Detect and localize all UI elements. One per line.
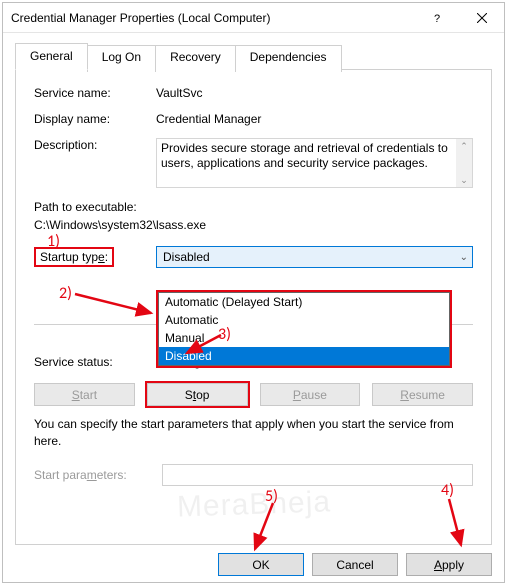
general-panel: Service name: VaultSvc Display name: Cre… xyxy=(15,69,492,545)
description-label: Description: xyxy=(34,138,156,188)
startup-type-selected: Disabled xyxy=(163,250,210,264)
cancel-button[interactable]: Cancel xyxy=(312,553,398,576)
startup-type-dropdown[interactable]: Automatic (Delayed Start) Automatic Manu… xyxy=(156,290,452,368)
startup-option-manual[interactable]: Manual xyxy=(159,329,449,347)
tab-recovery[interactable]: Recovery xyxy=(155,45,236,72)
tab-general[interactable]: General xyxy=(15,43,88,70)
start-button: Start xyxy=(34,383,135,406)
service-name-label: Service name: xyxy=(34,86,156,100)
service-status-label: Service status: xyxy=(34,355,156,369)
tab-dependencies[interactable]: Dependencies xyxy=(235,45,342,72)
startup-option-disabled[interactable]: Disabled xyxy=(159,347,449,365)
ok-button[interactable]: OK xyxy=(218,553,304,576)
pause-button: Pause xyxy=(260,383,361,406)
tab-strip: General Log On Recovery Dependencies xyxy=(3,33,504,70)
svg-text:?: ? xyxy=(434,13,440,23)
help-button[interactable]: ? xyxy=(414,3,459,33)
chevron-down-icon: ⌄ xyxy=(460,252,468,263)
window-title: Credential Manager Properties (Local Com… xyxy=(11,11,414,25)
path-label: Path to executable: xyxy=(34,200,473,214)
description-textarea[interactable]: Provides secure storage and retrieval of… xyxy=(156,138,473,188)
start-params-hint: You can specify the start parameters tha… xyxy=(34,416,473,450)
description-text: Provides secure storage and retrieval of… xyxy=(161,141,448,170)
start-params-input xyxy=(162,464,473,486)
startup-option-delayed[interactable]: Automatic (Delayed Start) xyxy=(159,293,449,311)
scroll-up-icon[interactable]: ⌃ xyxy=(456,139,472,153)
titlebar: Credential Manager Properties (Local Com… xyxy=(3,3,504,33)
start-params-label: Start parameters: xyxy=(34,468,162,482)
close-button[interactable] xyxy=(459,3,504,33)
resume-button: Resume xyxy=(372,383,473,406)
path-value: C:\Windows\system32\lsass.exe xyxy=(34,218,473,232)
stop-button[interactable]: Stop xyxy=(147,383,248,406)
startup-type-combo[interactable]: Disabled ⌄ xyxy=(156,246,473,268)
dialog-button-row: OK Cancel Apply xyxy=(3,545,504,584)
apply-button[interactable]: Apply xyxy=(406,553,492,576)
tab-logon[interactable]: Log On xyxy=(87,45,156,72)
display-name-label: Display name: xyxy=(34,112,156,126)
description-scrollbar[interactable]: ⌃ ⌄ xyxy=(456,139,472,187)
scroll-down-icon[interactable]: ⌄ xyxy=(456,173,472,187)
properties-dialog: Credential Manager Properties (Local Com… xyxy=(2,2,505,583)
startup-option-automatic[interactable]: Automatic xyxy=(159,311,449,329)
display-name-value: Credential Manager xyxy=(156,112,473,126)
startup-type-label: Startup type: xyxy=(34,247,114,267)
service-name-value: VaultSvc xyxy=(156,86,473,100)
